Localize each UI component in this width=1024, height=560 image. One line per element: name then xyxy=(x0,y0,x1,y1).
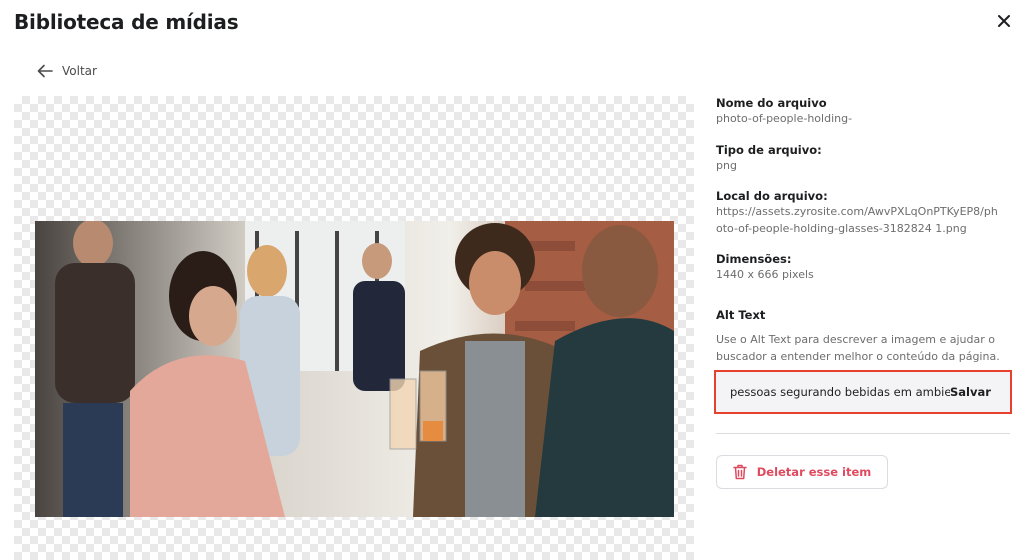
dimensions-section: Dimensões: 1440 x 666 pixels xyxy=(716,252,1010,283)
file-name-section: Nome do arquivo photo-of-people-holding- xyxy=(716,96,1010,127)
delete-button[interactable]: Deletar esse item xyxy=(716,455,888,489)
file-location-url-1: https://assets.zyrosite.com/AwvPXLqOnPTK… xyxy=(716,205,998,218)
delete-label: Deletar esse item xyxy=(756,465,872,479)
dimensions-value: 1440 x 666 pixels xyxy=(716,268,814,281)
back-link[interactable]: Voltar xyxy=(37,64,97,78)
page-title: Biblioteca de mídias xyxy=(14,10,239,34)
back-label: Voltar xyxy=(62,64,97,78)
file-name-value: photo-of-people-holding- xyxy=(716,112,853,125)
alt-text-input[interactable] xyxy=(730,385,950,399)
file-type-value: png xyxy=(716,159,737,172)
alt-text-help-1: Use o Alt Text para descrever a imagem e… xyxy=(716,333,995,346)
file-location-label: Local do arquivo: xyxy=(716,189,828,203)
close-button[interactable] xyxy=(994,11,1014,31)
alt-text-help-2: buscador a entender melhor o conteúdo da… xyxy=(716,350,1000,363)
trash-icon xyxy=(732,464,747,480)
alt-text-label: Alt Text xyxy=(716,308,766,322)
file-name-label: Nome do arquivo xyxy=(716,96,827,110)
file-type-label: Tipo de arquivo: xyxy=(716,143,822,157)
file-location-section: Local do arquivo: https://assets.zyrosit… xyxy=(716,189,1010,237)
alt-text-section: Alt Text Use o Alt Text para descrever a… xyxy=(716,308,1010,365)
preview-photo xyxy=(35,221,674,517)
alt-text-field: Salvar xyxy=(714,370,1012,414)
divider xyxy=(716,433,1010,434)
image-preview xyxy=(14,96,694,560)
file-type-section: Tipo de arquivo: png xyxy=(716,143,1010,174)
save-button[interactable]: Salvar xyxy=(950,385,991,399)
close-icon xyxy=(998,15,1010,27)
dimensions-label: Dimensões: xyxy=(716,252,792,266)
file-location-url-2: oto-of-people-holding-glasses-3182824 1.… xyxy=(716,222,967,235)
arrow-left-icon xyxy=(37,64,53,78)
